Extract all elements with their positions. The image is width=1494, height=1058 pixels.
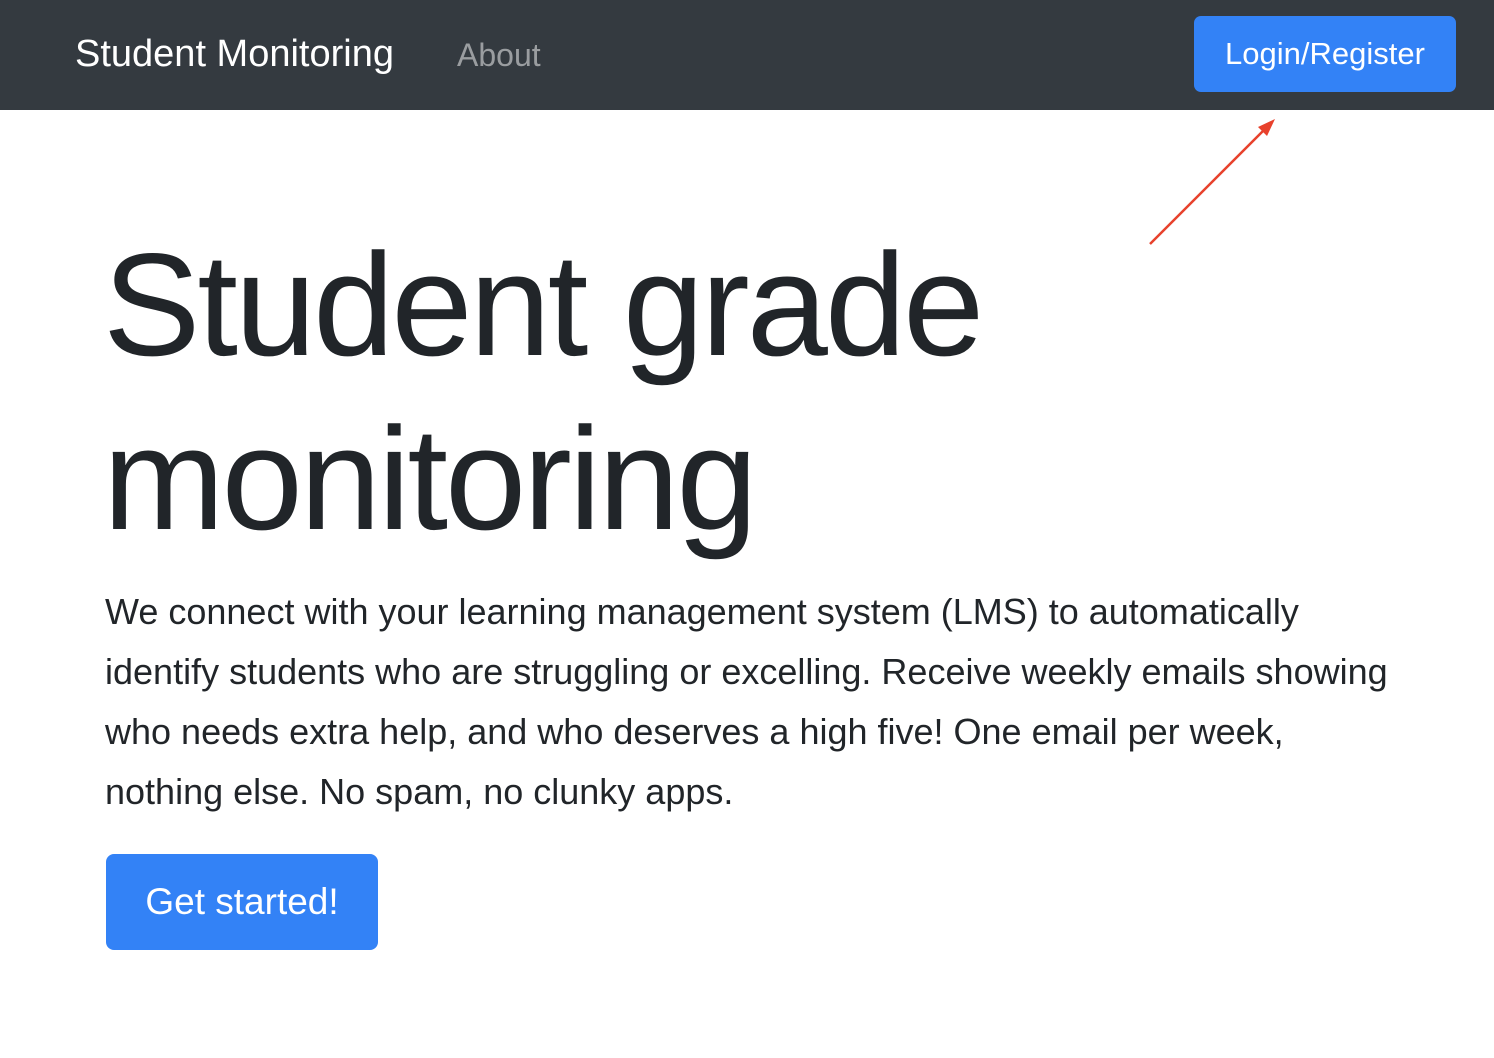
red-arrow-icon <box>1149 119 1275 245</box>
hero-title: Student grade monitoring <box>103 223 984 560</box>
hero-description: We connect with your learning management… <box>105 591 1388 812</box>
login-register-button[interactable]: Login/Register <box>1194 16 1456 92</box>
top-navbar: Student Monitoring About Login/Register <box>0 0 1494 110</box>
navbar-brand[interactable]: Student Monitoring <box>75 30 394 78</box>
get-started-button[interactable]: Get started! <box>106 854 378 950</box>
nav-link-about[interactable]: About <box>457 34 541 76</box>
